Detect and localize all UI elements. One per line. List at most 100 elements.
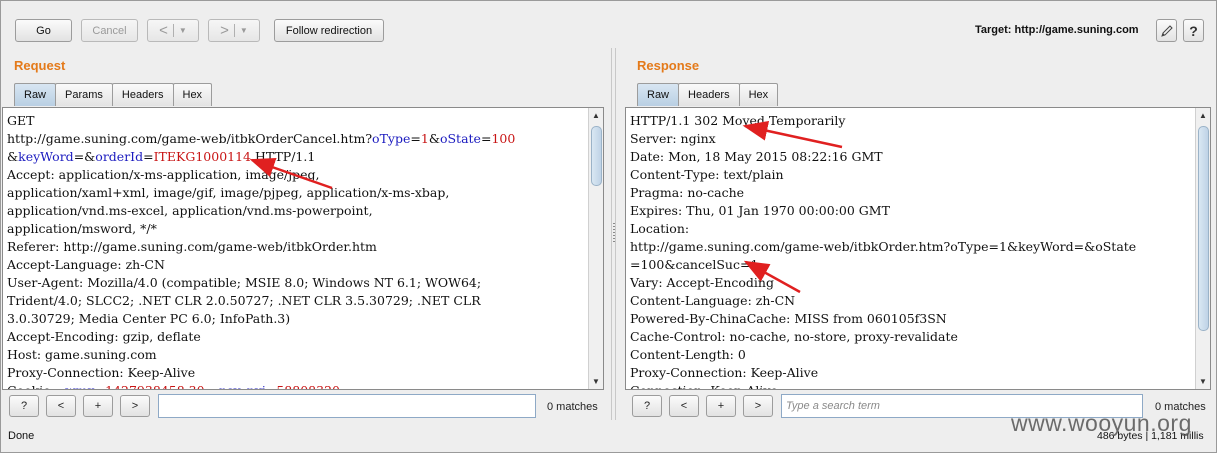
help-button[interactable]: ? [1183, 19, 1204, 42]
scroll-down-icon[interactable]: ▼ [592, 377, 600, 386]
param-name: oType [372, 131, 411, 146]
text-line[interactable]: Proxy-Connection: Keep-Alive [630, 364, 1192, 382]
text-line[interactable]: =100&cancelSuc=1 [630, 256, 1192, 274]
text-segment: Content-Language: zh-CN [630, 293, 796, 308]
request-search-help-button[interactable]: ? [9, 395, 39, 417]
text-line[interactable]: Date: Mon, 18 May 2015 08:22:16 GMT [630, 148, 1192, 166]
tab-request-headers[interactable]: Headers [111, 83, 174, 106]
text-line[interactable]: Content-Type: text/plain [630, 166, 1192, 184]
text-line[interactable]: http://game.suning.com/game-web/itbkOrde… [630, 238, 1192, 256]
text-line[interactable]: Accept: application/x-ms-application, im… [7, 166, 585, 184]
text-line[interactable]: Location: [630, 220, 1192, 238]
forward-button[interactable]: > ▼ [208, 19, 260, 42]
text-line[interactable]: Vary: Accept-Encoding [630, 274, 1192, 292]
text-segment: Location: [630, 221, 690, 236]
text-line[interactable]: Proxy-Connection: Keep-Alive [7, 364, 585, 382]
plus-icon: + [717, 400, 725, 412]
tab-request-raw[interactable]: Raw [14, 83, 57, 106]
text-line[interactable]: Expires: Thu, 01 Jan 1970 00:00:00 GMT [630, 202, 1192, 220]
scroll-up-icon[interactable]: ▲ [592, 111, 600, 120]
param-value: 58808320 [276, 383, 340, 389]
request-search-add-button[interactable]: + [83, 395, 113, 417]
chevron-down-icon[interactable]: ▼ [240, 26, 248, 35]
tab-response-hex[interactable]: Hex [738, 83, 779, 106]
request-search-next-button[interactable]: > [120, 395, 150, 417]
text-segment: Proxy-Connection: Keep-Alive [7, 365, 196, 380]
text-line[interactable]: application/vnd.ms-excel, application/vn… [7, 202, 585, 220]
text-line[interactable]: Cache-Control: no-cache, no-store, proxy… [630, 328, 1192, 346]
tab-request-params[interactable]: Params [55, 83, 113, 106]
text-line[interactable]: Connection: Keep-Alive [630, 382, 1192, 389]
response-text-panel[interactable]: HTTP/1.1 302 Moved Temporarily Server: ng… [625, 107, 1211, 390]
go-button[interactable]: Go [15, 19, 72, 42]
scroll-thumb[interactable] [591, 126, 602, 186]
response-scrollbar[interactable]: ▲ ▼ [1195, 108, 1210, 389]
text-line[interactable]: 3.0.30729; Media Center PC 6.0; InfoPath… [7, 310, 585, 328]
text-line[interactable]: Host: game.suning.com [7, 346, 585, 364]
cancel-button[interactable]: Cancel [81, 19, 138, 42]
text-line[interactable]: Cookie: _wmx=1427938458.30; _nsv_nvi=588… [7, 382, 585, 389]
text-line[interactable]: Content-Length: 0 [630, 346, 1192, 364]
tab-response-headers[interactable]: Headers [678, 83, 740, 106]
text-line[interactable]: User-Agent: Mozilla/4.0 (compatible; MSI… [7, 274, 585, 292]
edit-target-button[interactable] [1156, 19, 1177, 42]
help-icon: ? [643, 400, 651, 412]
request-search-prev-button[interactable]: < [46, 395, 76, 417]
tab-request-hex[interactable]: Hex [172, 83, 213, 106]
back-arrow-icon: < [159, 22, 168, 39]
request-text-panel[interactable]: GET http://game.suning.com/game-web/itbkO… [2, 107, 604, 390]
response-search-prev-button[interactable]: < [669, 395, 699, 417]
back-button[interactable]: < ▼ [147, 19, 199, 42]
next-icon: > [754, 400, 762, 412]
response-search-add-button[interactable]: + [706, 395, 736, 417]
scroll-down-icon[interactable]: ▼ [1199, 377, 1207, 386]
text-line[interactable]: &keyWord=&orderId=ITEKG1000114 HTTP/1.1 [7, 148, 585, 166]
text-line[interactable]: application/msword, */* [7, 220, 585, 238]
chevron-down-icon[interactable]: ▼ [179, 26, 187, 35]
response-search-help-button[interactable]: ? [632, 395, 662, 417]
text-segment: Pragma: no-cache [630, 185, 745, 200]
text-segment: application/xaml+xml, image/gif, image/p… [7, 185, 450, 200]
follow-redirection-button[interactable]: Follow redirection [274, 19, 384, 42]
pane-splitter[interactable] [611, 48, 616, 420]
prev-icon: < [57, 400, 65, 412]
scroll-thumb[interactable] [1198, 126, 1209, 331]
status-text: Done [8, 430, 35, 442]
request-search-input[interactable] [158, 394, 536, 418]
cancel-button-label: Cancel [92, 24, 127, 37]
separator [172, 24, 174, 37]
splitter-grip-icon[interactable] [613, 223, 615, 243]
text-line[interactable]: Accept-Encoding: gzip, deflate [7, 328, 585, 346]
param-name: _nsv_nvi [213, 383, 266, 389]
request-title: Request [14, 58, 66, 73]
text-line[interactable]: Server: nginx [630, 130, 1192, 148]
plus-icon: + [94, 400, 102, 412]
text-line[interactable]: GET [7, 112, 585, 130]
text-line[interactable]: Powered-By-ChinaCache: MISS from 060105f… [630, 310, 1192, 328]
response-search-next-button[interactable]: > [743, 395, 773, 417]
param-value: 1427938458.30 [105, 383, 204, 389]
help-icon: ? [20, 400, 28, 412]
param-name: oState [439, 131, 481, 146]
text-segment: Accept-Language: zh-CN [7, 257, 165, 272]
forward-arrow-icon: > [220, 22, 229, 39]
response-text[interactable]: HTTP/1.1 302 Moved Temporarily Server: ng… [630, 112, 1192, 389]
text-line[interactable]: Referer: http://game.suning.com/game-web… [7, 238, 585, 256]
text-segment: Vary: Accept-Encoding [630, 275, 774, 290]
text-segment: =100&cancelSuc=1 [630, 257, 759, 272]
text-line[interactable]: Pragma: no-cache [630, 184, 1192, 202]
tab-response-raw[interactable]: Raw [637, 83, 680, 106]
scroll-up-icon[interactable]: ▲ [1199, 111, 1207, 120]
text-segment: Content-Length: 0 [630, 347, 746, 362]
text-line[interactable]: Trident/4.0; SLCC2; .NET CLR 2.0.50727; … [7, 292, 585, 310]
text-line[interactable]: HTTP/1.1 302 Moved Temporarily [630, 112, 1192, 130]
text-line[interactable]: http://game.suning.com/game-web/itbkOrde… [7, 130, 585, 148]
text-line[interactable]: application/xaml+xml, image/gif, image/p… [7, 184, 585, 202]
request-scrollbar[interactable]: ▲ ▼ [588, 108, 603, 389]
text-segment: Expires: Thu, 01 Jan 1970 00:00:00 GMT [630, 203, 890, 218]
request-text[interactable]: GET http://game.suning.com/game-web/itbkO… [7, 112, 585, 389]
text-segment: 3.0.30729; Media Center PC 6.0; InfoPath… [7, 311, 291, 326]
text-line[interactable]: Accept-Language: zh-CN [7, 256, 585, 274]
text-line[interactable]: Content-Language: zh-CN [630, 292, 1192, 310]
tab-label: Hex [748, 89, 769, 101]
